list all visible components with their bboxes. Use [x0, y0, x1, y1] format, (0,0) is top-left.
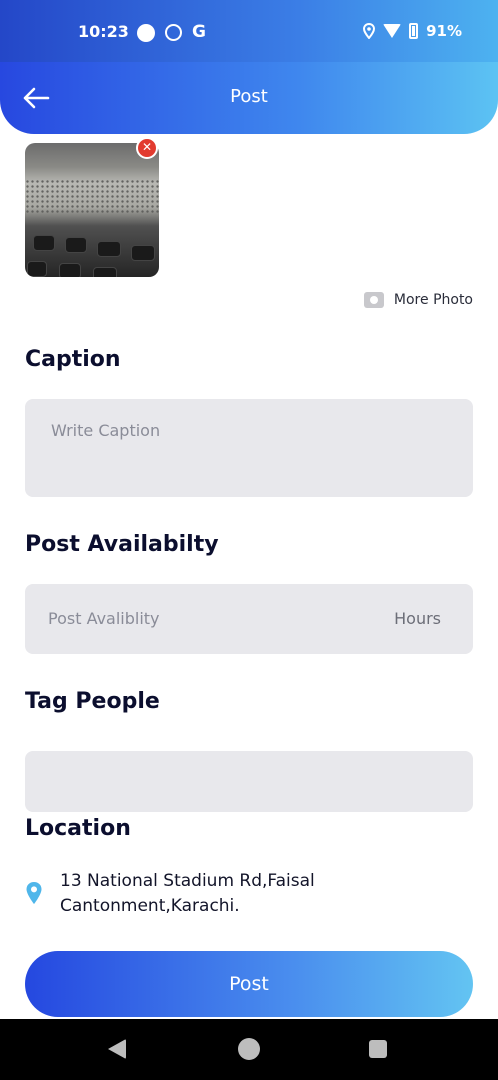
post-availability-label: Post Availabilty	[25, 532, 219, 557]
nav-home-icon[interactable]	[238, 1038, 260, 1060]
battery-icon	[409, 23, 419, 39]
tag-people-label: Tag People	[25, 689, 160, 714]
location-icon	[363, 23, 376, 39]
nav-back-icon[interactable]	[108, 1039, 126, 1059]
tag-people-input[interactable]	[25, 751, 473, 812]
system-navigation-bar	[0, 1019, 498, 1080]
page-title: Post	[230, 86, 268, 107]
status-time: 10:23	[78, 22, 129, 41]
circle-notification-icon	[137, 24, 155, 42]
post-availability-input[interactable]: Post Avaliblity Hours	[25, 584, 473, 654]
wifi-icon	[383, 24, 402, 38]
face-notification-icon	[165, 24, 182, 41]
post-availability-placeholder: Post Avaliblity	[48, 609, 160, 628]
photo-grille-texture	[25, 179, 159, 213]
more-photo-button[interactable]: More Photo	[363, 292, 473, 308]
remove-photo-button[interactable]: ✕	[136, 137, 158, 159]
photo-key-shape	[93, 267, 117, 277]
photo-key-shape	[97, 241, 121, 257]
camera-icon	[363, 292, 384, 308]
map-pin-icon	[26, 882, 42, 904]
battery-percentage: 91%	[426, 22, 462, 40]
nav-recents-icon[interactable]	[369, 1040, 387, 1058]
hours-unit-label: Hours	[394, 609, 441, 628]
google-icon: G	[192, 22, 206, 42]
photo-key-shape	[27, 261, 47, 277]
status-right-group: 91%	[363, 22, 462, 40]
post-button[interactable]: Post	[25, 951, 473, 1017]
location-label: Location	[25, 816, 131, 841]
caption-input[interactable]: Write Caption	[25, 399, 473, 497]
caption-label: Caption	[25, 347, 121, 372]
photo-key-shape	[65, 237, 87, 253]
status-bar: 10:23 G 91%	[0, 0, 498, 64]
photo-key-shape	[33, 235, 55, 251]
selected-photo-thumbnail[interactable]	[25, 143, 159, 277]
photo-key-shape	[131, 245, 155, 261]
app-bar: Post	[0, 62, 498, 134]
location-address: 13 National Stadium Rd,Faisal Cantonment…	[60, 871, 315, 916]
photo-key-shape	[59, 263, 81, 277]
more-photo-label: More Photo	[393, 292, 473, 308]
caption-placeholder: Write Caption	[51, 421, 161, 440]
